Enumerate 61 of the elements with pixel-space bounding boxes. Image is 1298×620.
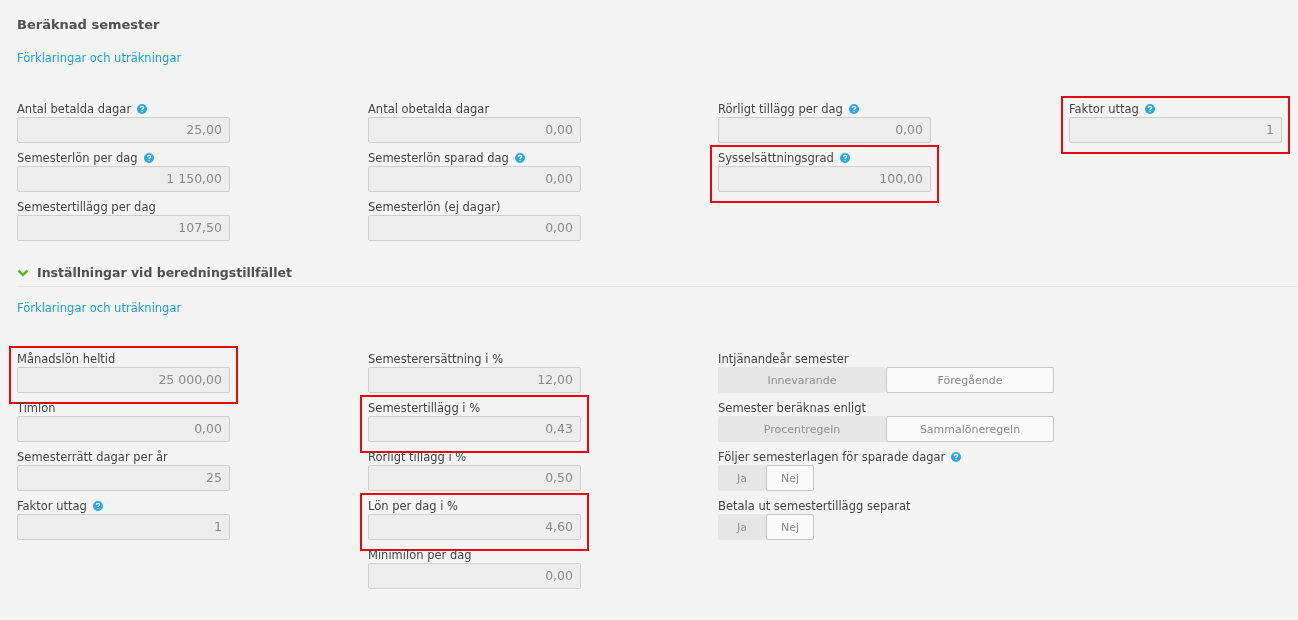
field-label: Faktor uttag — [17, 498, 87, 513]
field-label: Semesterersättning i % — [368, 351, 504, 366]
input-field[interactable]: 25 — [17, 465, 230, 491]
help-icon[interactable] — [92, 500, 103, 511]
field-label: Månadslön heltid — [17, 351, 116, 366]
help-icon[interactable] — [951, 451, 962, 462]
field-label: Faktor uttag — [1069, 101, 1139, 116]
toggle-option[interactable]: Nej — [766, 514, 814, 540]
toggle-option[interactable]: Nej — [766, 465, 814, 491]
toggle-option[interactable]: Procentregeln — [718, 416, 886, 442]
field-label: Rörligt tillägg i % — [368, 449, 467, 464]
input-field[interactable]: 0,00 — [368, 166, 581, 192]
input-field[interactable]: 25 000,00 — [17, 367, 230, 393]
help-icon[interactable] — [1144, 103, 1155, 114]
field-label: Semesterlön sparad dag — [368, 150, 509, 165]
field-label: Följer semesterlagen för sparade dagar — [718, 449, 946, 464]
input-field[interactable]: 0,00 — [368, 117, 581, 143]
input-field[interactable]: 1 — [1069, 117, 1282, 143]
field-label: Semester beräknas enligt — [718, 400, 866, 415]
field-label: Semestertillägg per dag — [17, 199, 156, 214]
field-label: Semesterlön (ej dagar) — [368, 199, 501, 214]
help-icon[interactable] — [848, 103, 859, 114]
input-field[interactable]: 0,00 — [718, 117, 931, 143]
input-field[interactable]: 0,50 — [368, 465, 581, 491]
input-field[interactable]: 4,60 — [368, 514, 581, 540]
help-icon[interactable] — [514, 152, 525, 163]
field-label: Rörligt tillägg per dag — [718, 101, 843, 116]
field-label: Semestertillägg i % — [368, 400, 481, 415]
field-label: Semesterlön per dag — [17, 150, 138, 165]
input-field[interactable]: 100,00 — [718, 166, 931, 192]
section-title[interactable]: Inställningar vid beredningstillfället — [37, 265, 292, 280]
field-label: Minimilön per dag — [368, 547, 472, 562]
toggle-option[interactable]: Innevarande — [718, 367, 886, 393]
input-field[interactable]: 0,00 — [17, 416, 230, 442]
input-field[interactable]: 12,00 — [368, 367, 581, 393]
input-field[interactable]: 107,50 — [17, 215, 230, 241]
explanations-link[interactable]: Förklaringar och uträkningar — [17, 51, 182, 65]
toggle-option[interactable]: Ja — [718, 465, 766, 491]
input-field[interactable]: 0,00 — [368, 215, 581, 241]
toggle-option[interactable]: Ja — [718, 514, 766, 540]
help-icon[interactable] — [839, 152, 850, 163]
field-label: Timlön — [17, 400, 56, 415]
help-icon[interactable] — [137, 103, 148, 114]
field-label: Lön per dag i % — [368, 498, 459, 513]
input-field[interactable]: 0,00 — [368, 563, 581, 589]
field-label: Antal betalda dagar — [17, 101, 132, 116]
input-field[interactable]: 25,00 — [17, 117, 230, 143]
toggle-option[interactable]: Sammalöneregeln — [886, 416, 1054, 442]
chevron-icon[interactable] — [17, 267, 29, 278]
toggle-option[interactable]: Föregående — [886, 367, 1054, 393]
field-label: Antal obetalda dagar — [368, 101, 490, 116]
input-field[interactable]: 1 150,00 — [17, 166, 230, 192]
section-title: Beräknad semester — [17, 16, 161, 34]
help-icon[interactable] — [143, 152, 154, 163]
field-label: Sysselsättningsgrad — [718, 150, 834, 165]
input-field[interactable]: 1 — [17, 514, 230, 540]
field-label: Intjänandeår semester — [718, 351, 849, 366]
field-label: Betala ut semestertillägg separat — [718, 498, 911, 513]
input-field[interactable]: 0,43 — [368, 416, 581, 442]
explanations-link[interactable]: Förklaringar och uträkningar — [17, 301, 182, 315]
field-label: Semesterrätt dagar per år — [17, 449, 168, 464]
